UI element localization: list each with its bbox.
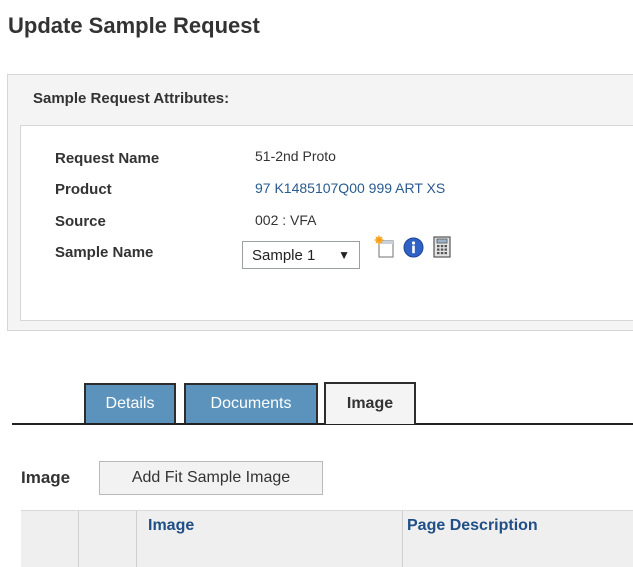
column-header-image[interactable]: Image — [148, 517, 194, 535]
product-label: Product — [55, 181, 112, 198]
add-fit-sample-image-button[interactable]: Add Fit Sample Image — [99, 461, 323, 495]
image-table-header: Image Page Description — [21, 510, 633, 567]
column-divider — [402, 511, 404, 567]
page-title: Update Sample Request — [8, 13, 260, 38]
column-header-page-description[interactable]: Page Description — [407, 517, 538, 535]
source-label: Source — [55, 213, 106, 230]
sample-name-label: Sample Name — [55, 244, 154, 261]
tabs-divider — [12, 423, 633, 425]
tab-details[interactable]: Details — [84, 383, 176, 423]
info-icon[interactable] — [403, 237, 424, 258]
sample-name-selected: Sample 1 — [252, 246, 316, 264]
column-divider — [78, 511, 80, 567]
chevron-down-icon: ▼ — [338, 248, 350, 262]
sample-name-select[interactable]: Sample 1 ▼ — [242, 241, 360, 269]
tab-image[interactable]: Image — [324, 382, 416, 424]
image-section-label: Image — [21, 468, 71, 487]
column-divider — [136, 511, 138, 567]
request-name-value: 51-2nd Proto — [255, 148, 336, 164]
request-name-label: Request Name — [55, 150, 160, 167]
panel-title: Sample Request Attributes: — [33, 90, 230, 107]
product-link[interactable]: 97 K1485107Q00 999 ART XS — [255, 180, 445, 196]
calculator-icon[interactable] — [433, 236, 451, 258]
tab-documents[interactable]: Documents — [184, 383, 318, 423]
new-document-icon[interactable] — [374, 235, 396, 259]
source-value: 002 : VFA — [255, 212, 317, 228]
